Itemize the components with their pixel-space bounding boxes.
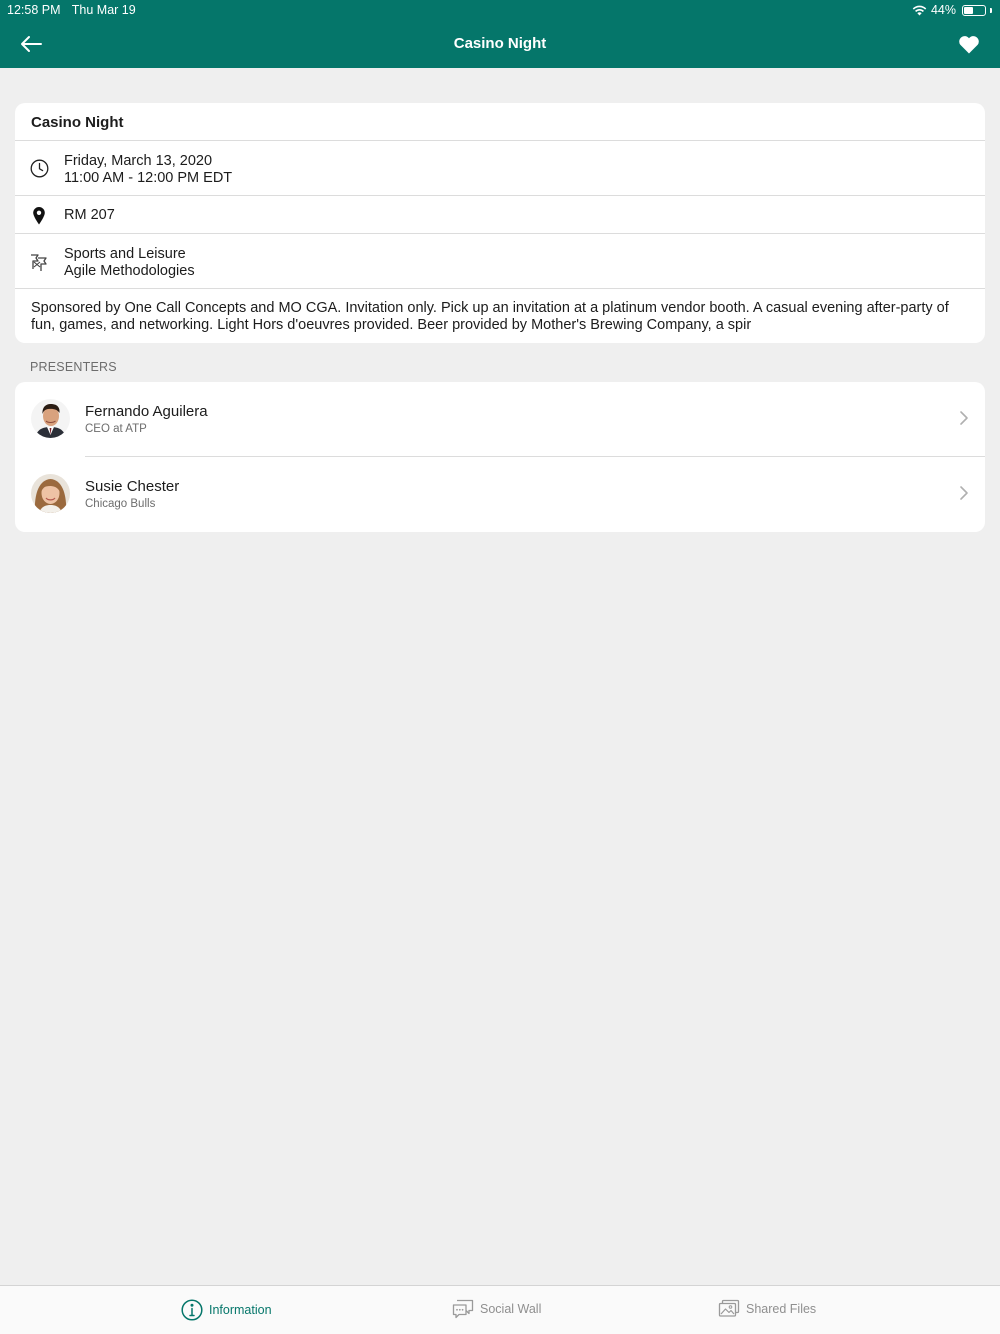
chat-icon <box>452 1299 474 1319</box>
presenter-name: Fernando Aguilera <box>85 403 208 420</box>
map-pin-icon <box>29 205 49 225</box>
tab-social-wall-label: Social Wall <box>480 1302 542 1316</box>
tab-bar: Information Social Wall Shared Files <box>0 1285 1000 1334</box>
presenters-section-label: PRESENTERS <box>30 360 117 374</box>
battery-fill <box>964 6 973 14</box>
wifi-icon <box>912 5 927 15</box>
status-time: 12:58 PM <box>7 3 61 17</box>
battery-icon <box>962 4 986 16</box>
event-time: 11:00 AM - 12:00 PM EDT <box>64 170 233 186</box>
status-right: 44% <box>912 3 992 17</box>
event-title-row: Casino Night <box>15 103 985 141</box>
clock-icon <box>29 158 49 178</box>
avatar <box>31 474 70 513</box>
page-title: Casino Night <box>453 35 547 52</box>
presenters-card: Fernando Aguilera CEO at ATP Susie Chest… <box>15 382 985 532</box>
presenter-row[interactable]: Fernando Aguilera CEO at ATP <box>15 382 985 457</box>
info-icon <box>181 1299 203 1321</box>
event-tracks-row: Sports and Leisure Agile Methodologies <box>15 234 985 289</box>
event-location-row: RM 207 <box>15 196 985 234</box>
presenter-subtitle: CEO at ATP <box>85 423 147 435</box>
chevron-right-icon <box>960 486 968 500</box>
event-date: Friday, March 13, 2020 <box>64 153 213 169</box>
event-description: Sponsored by One Call Concepts and MO CG… <box>31 300 949 333</box>
event-track-2: Agile Methodologies <box>64 263 195 279</box>
event-track-1: Sports and Leisure <box>64 246 186 262</box>
image-icon <box>718 1299 740 1317</box>
tab-shared-files-label: Shared Files <box>746 1301 817 1316</box>
battery-percent: 44% <box>930 3 956 17</box>
tracks-icon <box>29 252 49 272</box>
status-date: Thu Mar 19 <box>71 3 136 17</box>
presenter-subtitle: Chicago Bulls <box>85 498 156 510</box>
tab-shared-files[interactable]: Shared Files <box>718 1299 816 1318</box>
event-title: Casino Night <box>31 114 124 131</box>
tab-social-wall[interactable]: Social Wall <box>452 1299 541 1319</box>
status-left: 12:58 PM Thu Mar 19 <box>7 3 144 17</box>
tab-information-label: Information <box>209 1303 272 1317</box>
status-bar: 12:58 PM Thu Mar 19 44% <box>0 0 1000 20</box>
presenter-name: Susie Chester <box>85 478 180 495</box>
event-info-card: Casino Night Friday, March 13, 2020 11:0… <box>15 103 985 343</box>
event-description-row: Sponsored by One Call Concepts and MO CG… <box>15 289 985 343</box>
favorite-button[interactable] <box>954 30 984 58</box>
event-datetime-row: Friday, March 13, 2020 11:00 AM - 12:00 … <box>15 141 985 196</box>
avatar <box>31 399 70 438</box>
heart-icon <box>959 35 979 53</box>
battery-nub <box>990 7 992 13</box>
event-location: RM 207 <box>64 207 115 223</box>
chevron-right-icon <box>960 411 968 425</box>
nav-bar: Casino Night <box>0 20 1000 68</box>
presenter-row[interactable]: Susie Chester Chicago Bulls <box>15 457 985 532</box>
tab-information[interactable]: Information <box>181 1299 272 1321</box>
